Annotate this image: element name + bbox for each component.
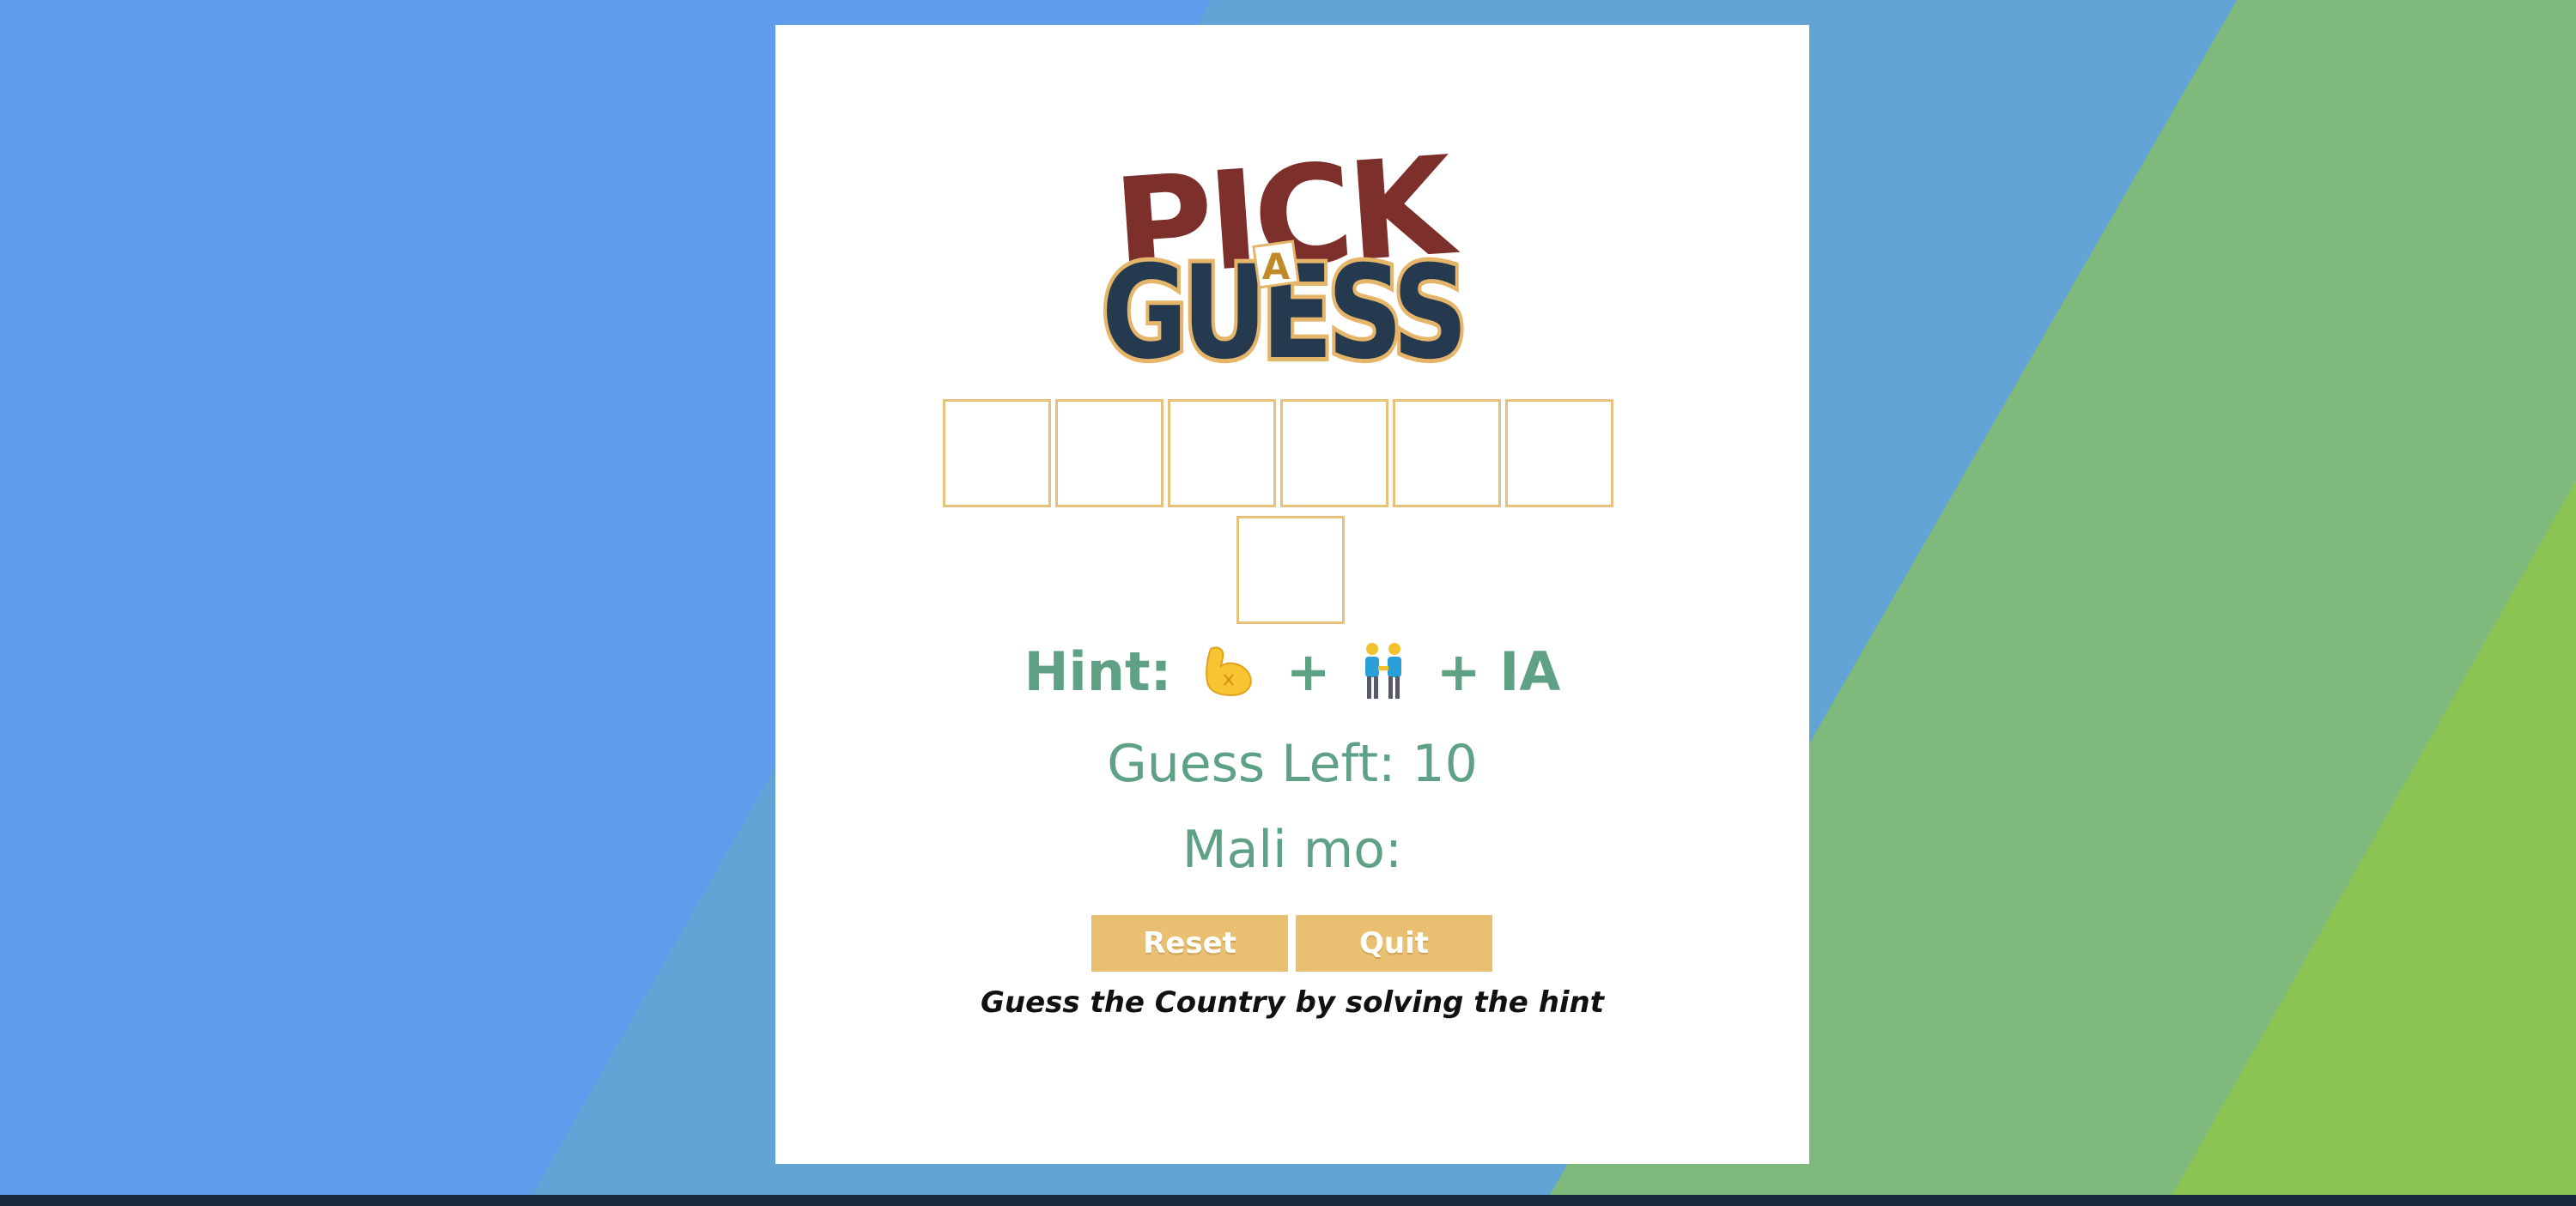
letter-boxes-row-2 [1236,516,1345,624]
hint-line: Hint: + + IA [775,640,1809,703]
letter-box[interactable] [943,399,1051,507]
bottom-bar [0,1195,2576,1206]
letter-box[interactable] [1236,516,1345,624]
letter-box[interactable] [1168,399,1276,507]
quit-button[interactable]: Quit [1296,915,1492,972]
letter-box[interactable] [1393,399,1501,507]
action-buttons: Reset Quit [1091,915,1492,972]
svg-text:A: A [1262,245,1291,288]
guesses-left-counter: Guess Left: 10 [1107,734,1478,794]
wrong-letters-label: Mali mo: [1182,820,1403,880]
letter-box[interactable] [1055,399,1163,507]
letter-boxes-row-1 [943,399,1613,507]
letter-box[interactable] [1280,399,1388,507]
letter-box[interactable] [1505,399,1613,507]
hint-label: Hint: [1024,640,1172,703]
pick-a-guess-logo: PICK GUESS A [1097,144,1473,374]
flexed-biceps-icon [1206,646,1252,697]
two-men-holding-hands-icon [1365,643,1402,699]
instruction-text: Guess the Country by solving the hint [980,985,1605,1020]
hint-suffix: + IA [1436,640,1561,703]
hint-plus: + [1285,640,1331,703]
reset-button[interactable]: Reset [1091,915,1288,972]
